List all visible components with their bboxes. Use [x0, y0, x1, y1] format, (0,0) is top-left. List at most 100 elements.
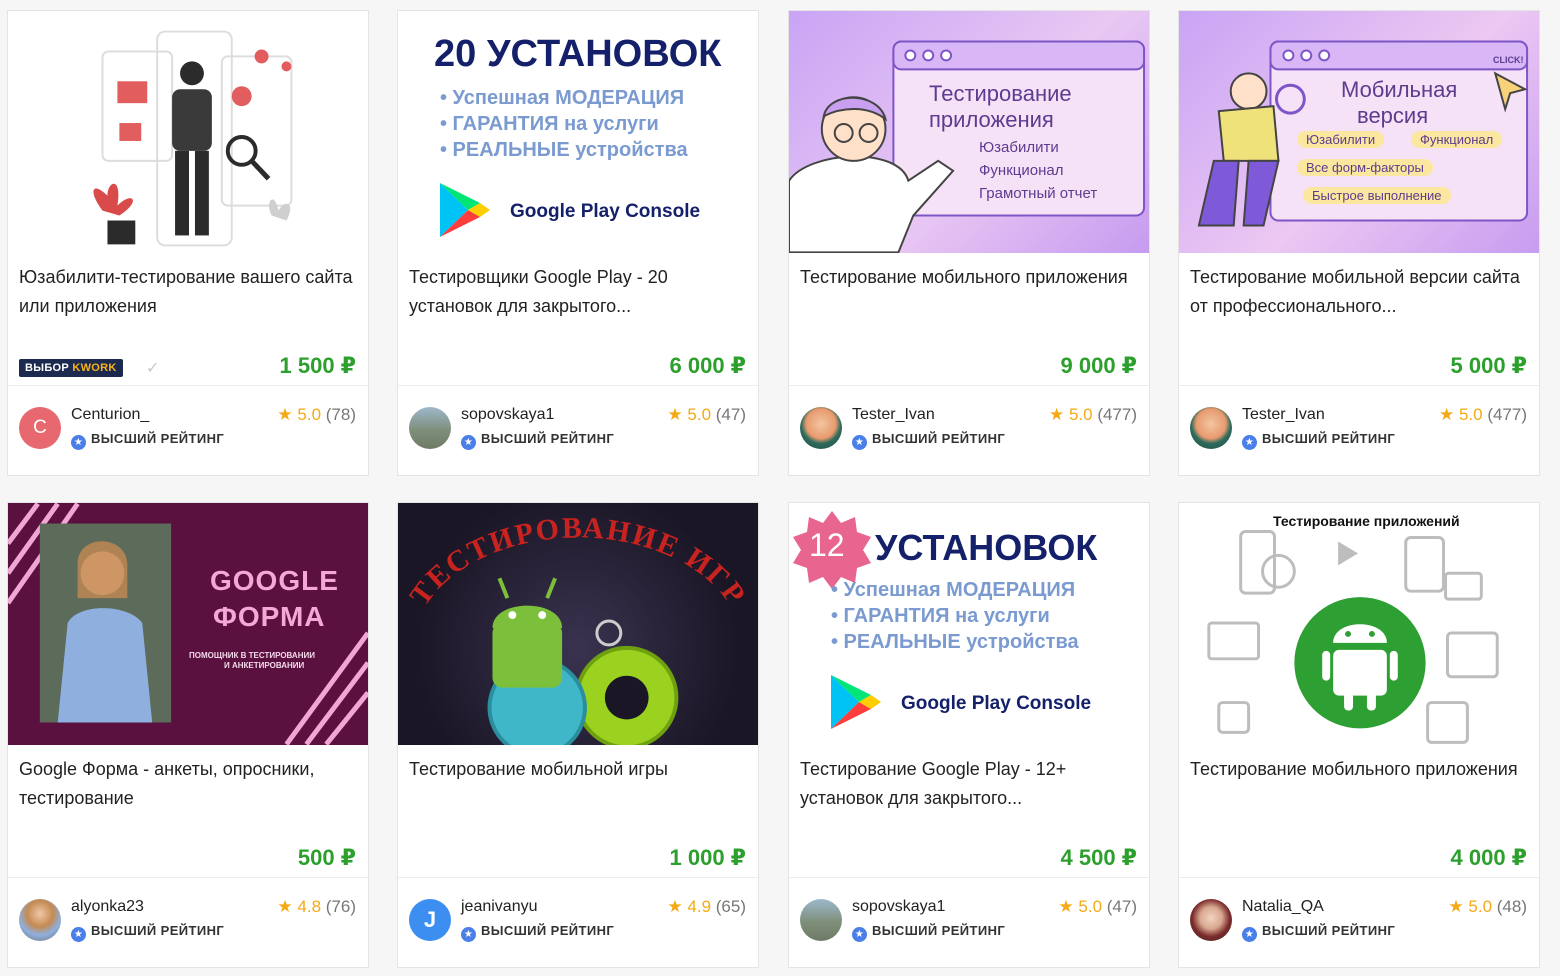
kwork-card[interactable]: GOOGLE ФОРМА ПОМОЩНИК В ТЕСТИРОВАНИИ И А…	[7, 502, 369, 968]
banner-number: 12	[809, 527, 845, 563]
avatar[interactable]	[1190, 899, 1232, 941]
card-title[interactable]: Тестирование мобильного приложения	[1190, 755, 1527, 784]
avatar[interactable]	[19, 899, 61, 941]
kwork-card[interactable]: ТЕСТИРОВАНИЕ ИГР Тестирование мобильной …	[397, 502, 759, 968]
card-price: 6 000 ₽	[669, 353, 746, 378]
avatar[interactable]	[800, 407, 842, 449]
banner-heading: Тестирование	[929, 81, 1072, 106]
banner-heading: ФОРМА	[213, 601, 326, 632]
rating: ★ 5.0 (48)	[1448, 897, 1527, 916]
card-title[interactable]: Тестирование мобильной игры	[409, 755, 746, 784]
star-icon: ★	[667, 405, 683, 424]
banner-subtitle: И АНКЕТИРОВАНИИ	[224, 661, 305, 670]
card-title[interactable]: Тестирование мобильного приложения	[800, 263, 1137, 292]
top-rated-label: ★ ВЫСШИЙ РЕЙТИНГ	[1242, 431, 1395, 450]
star-icon: ★	[277, 405, 293, 424]
game-testing-arc-text: ТЕСТИРОВАНИЕ ИГР	[403, 511, 752, 611]
google-play-icon	[831, 675, 881, 729]
kwork-card[interactable]: Тестирование приложения Юзабилити Функци…	[788, 10, 1150, 476]
banner-pill: Быстрое выполнение	[1303, 187, 1451, 204]
seller-footer: J jeanivanyu ★ ВЫСШИЙ РЕЙТИНГ ★ 4.9 (65)	[398, 877, 758, 967]
banner-heading: GOOGLE	[210, 565, 339, 596]
rating: ★ 5.0 (47)	[1058, 897, 1137, 916]
card-thumbnail[interactable]: Мобильная версия CLICK! Юзабилити Функци…	[1179, 11, 1539, 253]
seller-name[interactable]: jeanivanyu	[461, 898, 538, 916]
card-title[interactable]: Тестировщики Google Play - 20 установок …	[409, 263, 746, 321]
card-thumbnail[interactable]: 12 УСТАНОВОК • Успешная МОДЕРАЦИЯ • ГАРА…	[789, 503, 1149, 745]
seller-footer: sopovskaya1 ★ ВЫСШИЙ РЕЙТИНГ ★ 5.0 (47)	[789, 877, 1149, 967]
avatar[interactable]	[1190, 407, 1232, 449]
banner-line: • ГАРАНТИЯ на услуги	[440, 113, 659, 135]
top-rated-label: ★ ВЫСШИЙ РЕЙТИНГ	[71, 431, 224, 450]
top-rated-star-icon: ★	[461, 927, 476, 942]
seller-footer: Natalia_QA ★ ВЫСШИЙ РЕЙТИНГ ★ 5.0 (48)	[1179, 877, 1539, 967]
kwork-card[interactable]: Тестирование приложений Тестирование моб…	[1178, 502, 1540, 968]
card-title[interactable]: Google Форма - анкеты, опросники, тестир…	[19, 755, 356, 813]
seller-footer: C Centurion_ ★ ВЫСШИЙ РЕЙТИНГ ★ 5.0 (78)	[8, 385, 368, 475]
kwork-card[interactable]: 20 УСТАНОВОК • Успешная МОДЕРАЦИЯ • ГАРА…	[397, 10, 759, 476]
google-play-icon	[440, 183, 490, 237]
seller-name[interactable]: sopovskaya1	[852, 898, 945, 916]
banner-pill: Все форм-факторы	[1297, 159, 1433, 176]
banner-line: • РЕАЛЬНЫЕ устройства	[440, 139, 688, 161]
top-rated-label: ★ ВЫСШИЙ РЕЙТИНГ	[852, 431, 1005, 450]
kwork-choice-badge: ВЫБОР KWORK	[19, 359, 123, 377]
card-thumbnail[interactable]: Тестирование приложений	[1179, 503, 1539, 745]
card-price: 1 000 ₽	[669, 845, 746, 870]
card-title[interactable]: Юзабилити-тестирование вашего сайта или …	[19, 263, 356, 321]
kwork-card[interactable]: 12 УСТАНОВОК • Успешная МОДЕРАЦИЯ • ГАРА…	[788, 502, 1150, 968]
seller-name[interactable]: Centurion_	[71, 406, 149, 424]
banner-pill: Функционал	[1411, 131, 1503, 148]
top-rated-star-icon: ★	[71, 927, 86, 942]
card-title[interactable]: Тестирование мобильной версии сайта от п…	[1190, 263, 1527, 321]
avatar[interactable]: C	[19, 407, 61, 449]
top-rated-star-icon: ★	[1242, 927, 1257, 942]
kwork-card[interactable]: Юзабилити-тестирование вашего сайта или …	[7, 10, 369, 476]
seller-name[interactable]: Tester_Ivan	[1242, 406, 1325, 424]
banner-line: • ГАРАНТИЯ на услуги	[831, 605, 1050, 627]
avatar[interactable]: J	[409, 899, 451, 941]
kwork-grid: Юзабилити-тестирование вашего сайта или …	[0, 0, 1560, 976]
star-icon: ★	[667, 897, 683, 916]
card-thumbnail[interactable]: 20 УСТАНОВОК • Успешная МОДЕРАЦИЯ • ГАРА…	[398, 11, 758, 253]
kwork-card[interactable]: Мобильная версия CLICK! Юзабилити Функци…	[1178, 10, 1540, 476]
star-icon: ★	[1058, 897, 1074, 916]
click-label: CLICK!	[1493, 55, 1524, 65]
seller-name[interactable]: alyonka23	[71, 898, 144, 916]
card-title[interactable]: Тестирование Google Play - 12+ установок…	[800, 755, 1137, 813]
avatar[interactable]	[800, 899, 842, 941]
rating: ★ 5.0 (477)	[1048, 405, 1137, 424]
seller-name[interactable]: Tester_Ivan	[852, 406, 935, 424]
card-price: 4 000 ₽	[1450, 845, 1527, 870]
star-icon: ★	[1438, 405, 1455, 424]
top-rated-star-icon: ★	[852, 927, 867, 942]
seller-name[interactable]: sopovskaya1	[461, 406, 554, 424]
seller-footer: Tester_Ivan ★ ВЫСШИЙ РЕЙТИНГ ★ 5.0 (477)	[1179, 385, 1539, 475]
card-price: 4 500 ₽	[1060, 845, 1137, 870]
banner-line: • Успешная МОДЕРАЦИЯ	[831, 579, 1076, 601]
banner-subtitle: ПОМОЩНИК В ТЕСТИРОВАНИИ	[189, 651, 315, 660]
game-testing-banner-art: ТЕСТИРОВАНИЕ ИГР	[403, 511, 752, 745]
banner-line: • РЕАЛЬНЫЕ устройства	[831, 631, 1079, 653]
card-thumbnail[interactable]: ТЕСТИРОВАНИЕ ИГР	[398, 503, 758, 745]
rating: ★ 4.9 (65)	[667, 897, 746, 916]
top-rated-label: ★ ВЫСШИЙ РЕЙТИНГ	[461, 923, 614, 942]
seller-footer: Tester_Ivan ★ ВЫСШИЙ РЕЙТИНГ ★ 5.0 (477)	[789, 385, 1149, 475]
top-rated-label: ★ ВЫСШИЙ РЕЙТИНГ	[461, 431, 614, 450]
card-thumbnail[interactable]: GOOGLE ФОРМА ПОМОЩНИК В ТЕСТИРОВАНИИ И А…	[8, 503, 368, 745]
star-icon: ★	[277, 897, 293, 916]
card-thumbnail[interactable]	[8, 11, 368, 253]
top-rated-star-icon: ★	[852, 435, 867, 450]
usability-illustration	[93, 30, 293, 247]
banner-item: Функционал	[979, 162, 1064, 179]
google-play-console-logo: Google Play Console	[901, 693, 1092, 714]
card-price: 9 000 ₽	[1060, 353, 1137, 378]
check-icon: ✓	[146, 360, 160, 377]
seller-name[interactable]: Natalia_QA	[1242, 898, 1324, 916]
rating: ★ 5.0 (78)	[277, 405, 356, 424]
avatar[interactable]	[409, 407, 451, 449]
card-thumbnail[interactable]: Тестирование приложения Юзабилити Функци…	[789, 11, 1149, 253]
top-rated-star-icon: ★	[461, 435, 476, 450]
card-price: 500 ₽	[297, 845, 356, 870]
app-testing-banner-art	[1207, 530, 1499, 744]
